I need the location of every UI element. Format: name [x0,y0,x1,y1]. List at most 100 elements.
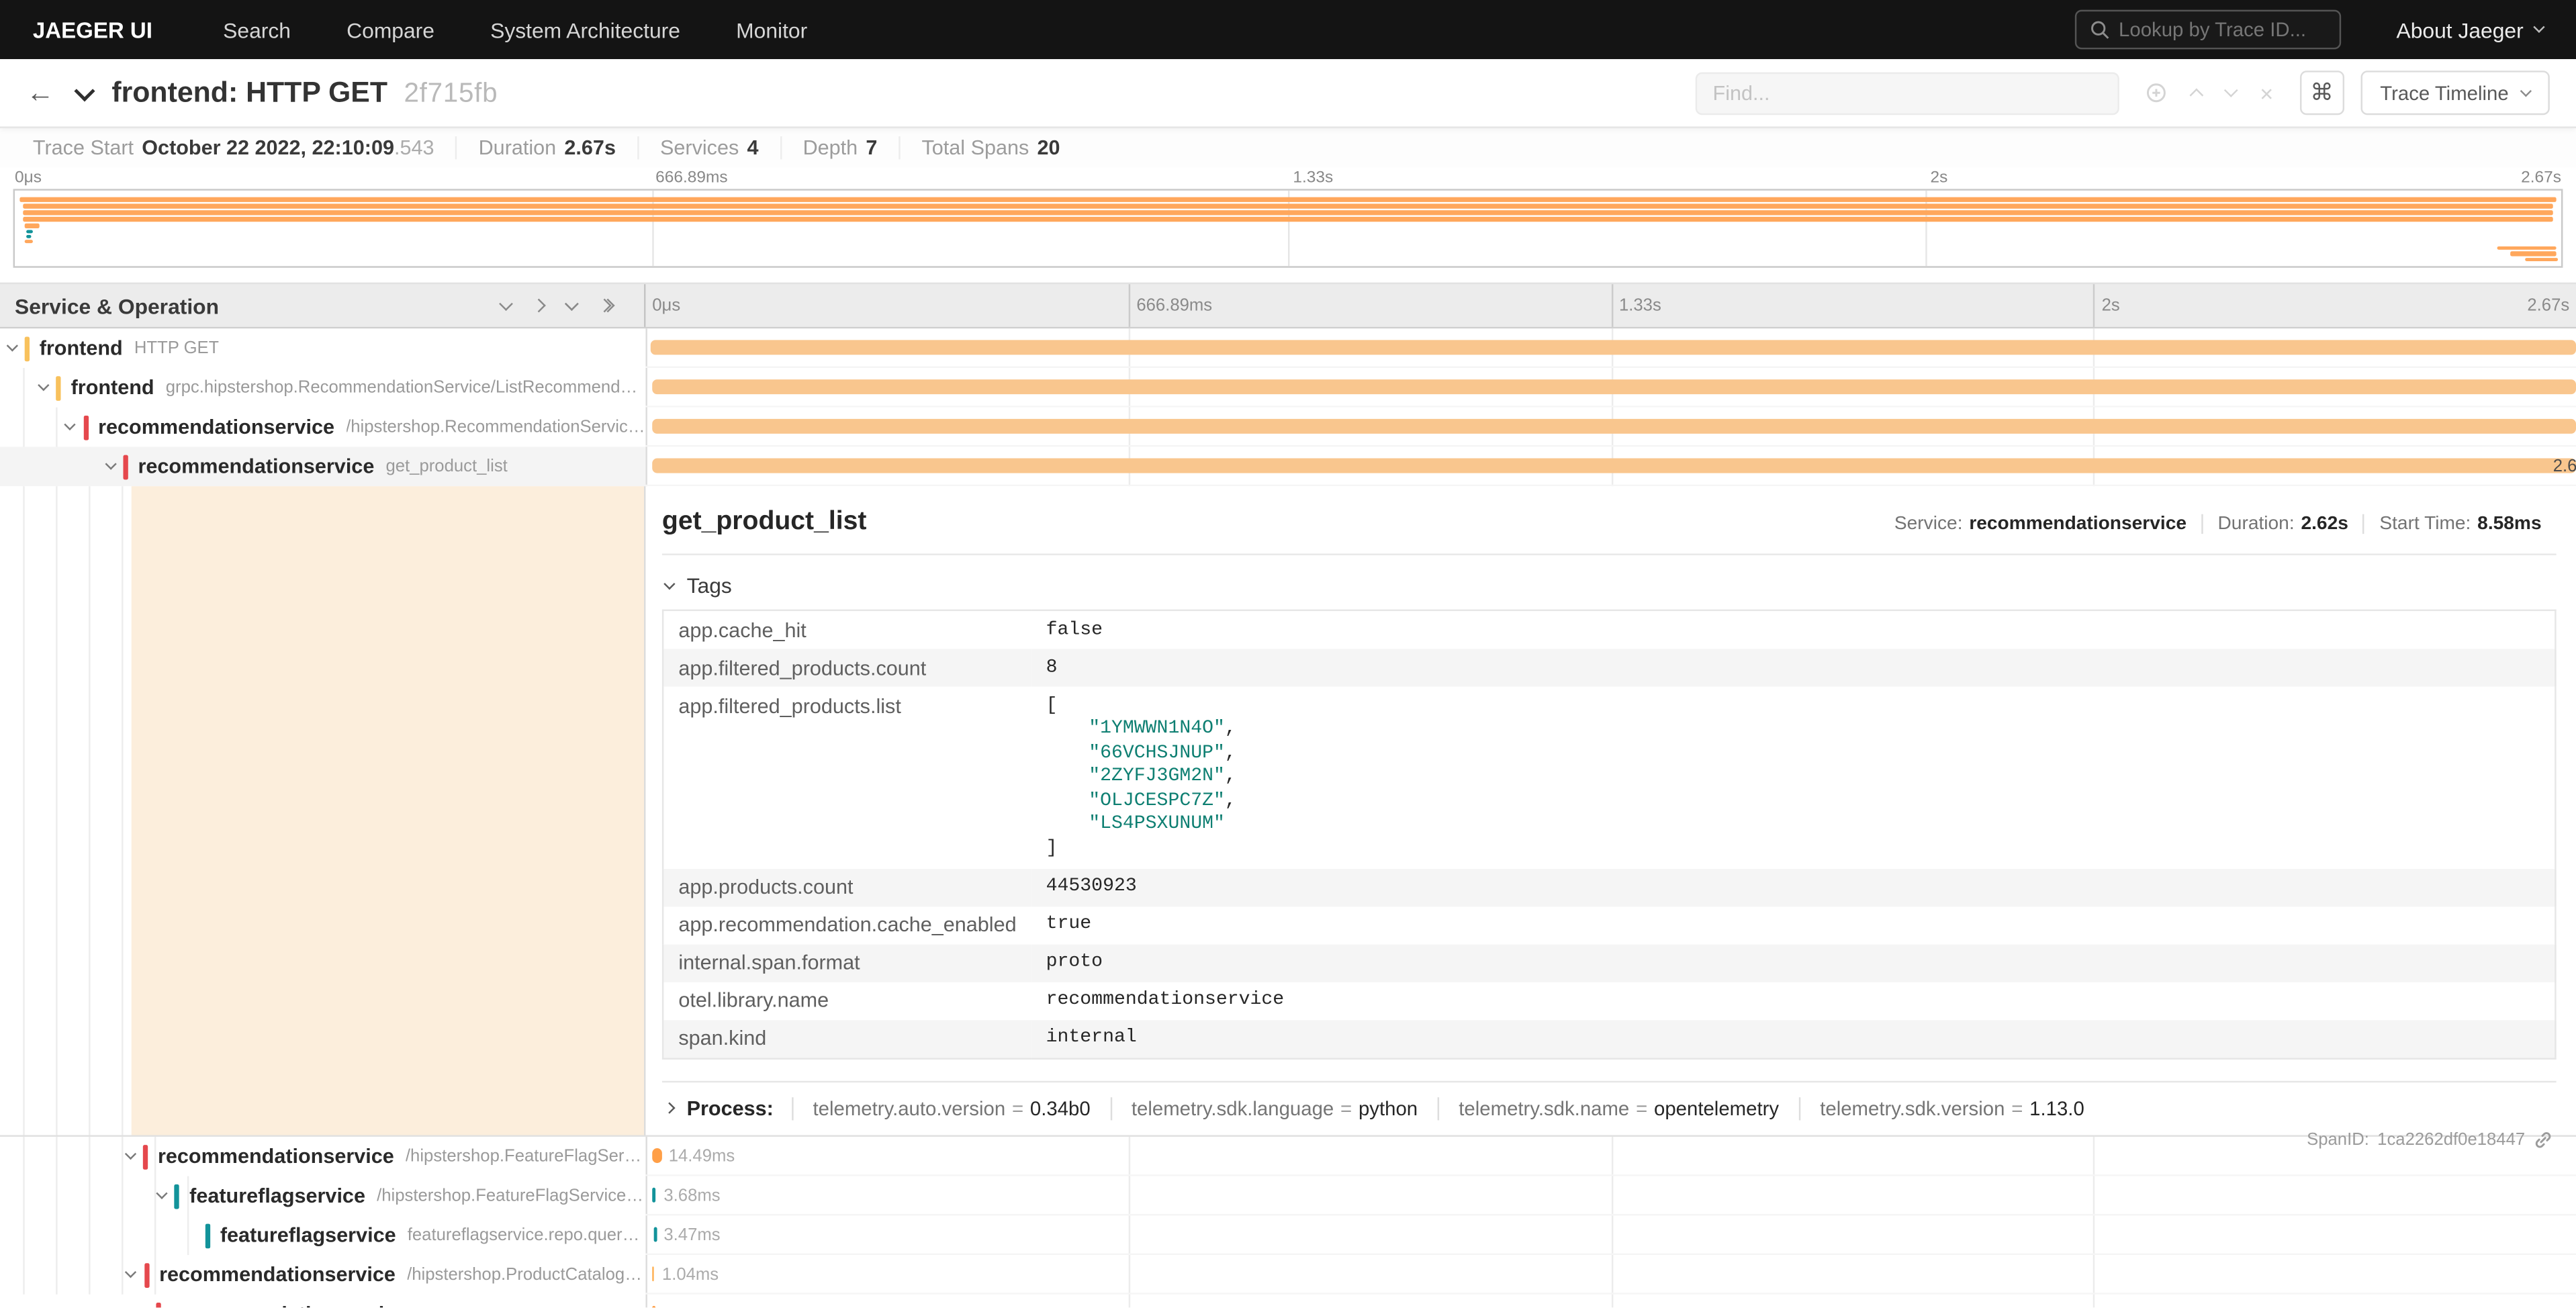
span-bar[interactable] [651,1148,661,1163]
collapse-icon[interactable] [120,1273,142,1276]
expand-one-icon[interactable] [532,299,546,313]
service-name: frontend [71,376,154,399]
process-kv: telemetry.sdk.language=python [1110,1096,1437,1119]
span-row-rec-productcatalog[interactable]: recommendationservice /hipstershop.Produ… [0,1255,2576,1295]
back-button[interactable]: ← [26,77,54,109]
chevron-down-icon [2520,85,2532,96]
collapse-trace-toggle[interactable] [77,88,92,98]
next-match-icon[interactable] [2223,83,2238,97]
trace-id-lookup[interactable] [2074,10,2340,50]
collapse-all-icon[interactable] [567,303,577,308]
expand-all-icon[interactable] [600,301,613,311]
span-duration-label: 3.68ms [663,1186,720,1205]
collapse-one-icon[interactable] [499,296,513,310]
brand: JAEGER UI [33,17,152,42]
focus-match-icon[interactable] [2145,82,2166,103]
service-color-tick [205,1223,210,1248]
collapse-icon[interactable] [118,1155,141,1158]
collapse-icon[interactable] [32,386,54,389]
service-name: recommendationservice [98,416,334,438]
clear-find-icon[interactable]: × [2260,81,2273,104]
nav-item-search[interactable]: Search [195,17,319,42]
span-bar[interactable] [653,1227,657,1242]
tags-section-toggle[interactable]: Tags [665,573,2557,598]
tag-value: proto [1031,943,2556,981]
span-duration-label: 1.04ms [662,1265,719,1284]
minimap-span-bar [25,240,32,243]
span-row-recommendation-list[interactable]: recommendationservice /hipstershop.Recom… [0,408,2576,447]
tag-key: app.recommendation.cache_enabled [663,906,1031,943]
span-row-rec-featureflag[interactable]: recommendationservice /hipstershop.Featu… [0,1137,2576,1176]
tag-key: app.cache_hit [663,610,1031,649]
span-row-frontend-http-get[interactable]: frontend HTTP GET [0,328,2576,368]
selected-span-accent [132,486,644,1135]
span-row-featureflag-getflag[interactable]: featureflagservice /hipstershop.FeatureF… [0,1176,2576,1216]
collapse-icon[interactable] [0,346,23,350]
minimap-ruler: 0μs 666.89ms 1.33s 2s 2.67s [13,168,2563,189]
minimap-span-bar [2526,257,2559,261]
span-bar[interactable] [653,459,2576,473]
collapse-icon[interactable] [99,465,122,468]
process-section-toggle[interactable]: Process: telemetry.auto.version=0.34b0 t… [662,1080,2557,1120]
minimap-span-bar [2497,246,2556,250]
span-row-get-product-list[interactable]: recommendationservice get_product_list 2… [0,447,2576,486]
trace-minimap[interactable] [13,189,2563,267]
keyboard-shortcuts-button[interactable]: ⌘ [2299,71,2344,115]
chevron-down-icon [2533,21,2544,33]
about-jaeger-menu[interactable]: About Jaeger [2397,17,2544,42]
service-color-tick [144,1262,149,1287]
service-name: featureflagservice [220,1224,396,1247]
trace-header: ← frontend: HTTP GET2f715fb × ⌘ Trace Ti… [0,59,2576,128]
minimap-span-bar [26,229,32,232]
process-label: Process: [687,1096,774,1119]
span-duration-label: 14.49ms [669,1147,735,1166]
process-kv: telemetry.auto.version=0.34b0 [792,1096,1110,1119]
minimap-span-bar [26,234,32,238]
nav-item-system-architecture[interactable]: System Architecture [463,17,708,42]
minimap-span-bar [20,197,2557,201]
about-jaeger-label: About Jaeger [2397,17,2524,42]
tag-value: 8 [1031,649,2556,686]
trace-id-lookup-input[interactable] [2119,18,2326,41]
tag-value: 44530923 [1031,868,2556,906]
service-color-tick [143,1144,148,1169]
service-operation-header: Service & Operation [0,284,645,327]
nav-item-monitor[interactable]: Monitor [708,17,835,42]
collapse-icon[interactable] [150,1195,173,1198]
chevron-down-icon [663,577,675,589]
tag-row: app.cache_hit false [663,610,2555,649]
tag-row: app.filtered_products.count 8 [663,649,2555,686]
operation-name: grpc.hipstershop.RecommendationService/L… [166,378,646,398]
prev-match-icon[interactable] [2189,89,2203,103]
span-detail-accent-column [0,486,645,1135]
trace-title: frontend: HTTP GET2f715fb [111,76,498,110]
tags-section-label: Tags [687,573,732,598]
service-color-tick [56,375,61,400]
top-nav: JAEGER UI Search Compare System Architec… [0,0,2576,59]
span-row-frontend-grpc[interactable]: frontend grpc.hipstershop.Recommendation… [0,368,2576,408]
service-color-tick [123,454,128,479]
collapse-icon[interactable] [58,426,81,429]
span-bar[interactable] [653,1188,656,1203]
nav-item-compare[interactable]: Compare [319,17,463,42]
find-controls: × [2145,81,2273,104]
span-bar[interactable] [651,1266,654,1281]
trace-depth: Depth7 [780,136,899,159]
span-row-featureflag-repo-query[interactable]: featureflagservice featureflagservice.re… [0,1215,2576,1255]
process-kv: telemetry.sdk.name=opentelemetry [1437,1096,1798,1119]
service-color-tick [175,1184,179,1209]
service-name: recommendationservice [138,455,375,478]
span-row-partial[interactable]: recommendationservice [0,1295,2576,1308]
service-color-tick [83,415,88,440]
span-bar[interactable] [651,1306,655,1307]
trace-view-selector[interactable]: Trace Timeline [2360,71,2550,115]
find-input[interactable] [1695,71,2119,114]
span-bar[interactable] [653,419,2576,434]
operation-name: /hipstershop.RecommendationService/Lis… [346,417,645,436]
tag-value: internal [1031,1019,2556,1058]
tags-table: app.cache_hit false app.filtered_product… [662,610,2557,1059]
span-bar[interactable] [651,379,2576,394]
tag-row: span.kind internal [663,1019,2555,1058]
trace-summary: Trace Start October 22 2022, 22:10:09.54… [0,128,2576,168]
span-bar[interactable] [651,340,2576,355]
